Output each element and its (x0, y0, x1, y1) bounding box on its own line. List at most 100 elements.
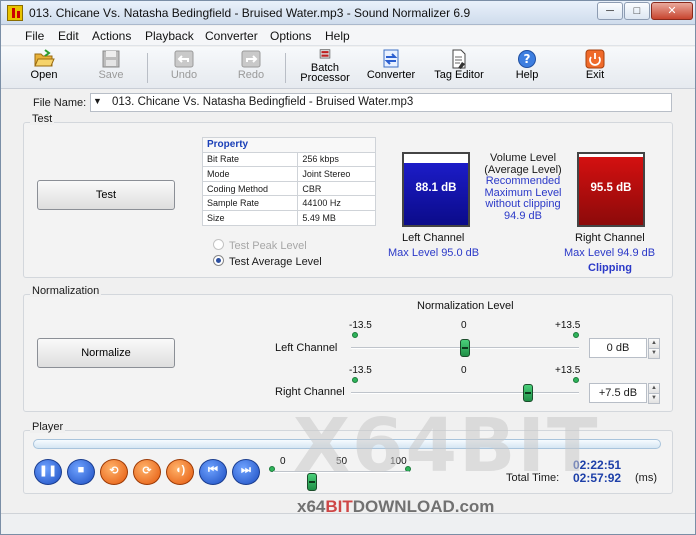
properties-table: Property Bit Rate 256 kbps Mode Joint Ster… (201, 137, 376, 226)
redo-label: Redo (237, 69, 265, 81)
left-channel-label: Left Channel (402, 232, 465, 244)
recommended-line3: without clipping (485, 198, 561, 210)
help-icon: ? (518, 50, 536, 68)
left-slider-thumb[interactable] (460, 339, 470, 357)
converter-button[interactable]: Converter (365, 49, 417, 87)
left-spin-down[interactable]: ▼ (648, 348, 660, 359)
properties-header: Property (202, 137, 376, 153)
window-title: 013. Chicane Vs. Natasha Bedingfield - B… (29, 6, 471, 20)
exit-button[interactable]: Exit (579, 49, 611, 87)
volume-scale-100: 100 (390, 456, 407, 467)
player-group-title: Player (30, 421, 66, 433)
tag-editor-button[interactable]: Tag Editor (431, 49, 487, 87)
right-spin-down[interactable]: ▼ (648, 393, 660, 404)
right-slider-track[interactable] (351, 392, 579, 394)
pause-button[interactable]: ❚❚ (34, 459, 62, 485)
clipping-status: Clipping (588, 262, 632, 274)
next-icon: ⏭ (241, 464, 251, 476)
next-button[interactable]: ⏭ (232, 459, 260, 485)
volume-scale-0: 0 (280, 456, 286, 467)
property-value: Joint Stereo (297, 166, 376, 182)
test-button[interactable]: Test (37, 180, 175, 210)
app-icon (7, 5, 23, 21)
slider-tick-dot (352, 332, 358, 338)
normalize-button[interactable]: Normalize (37, 338, 175, 368)
redo-button[interactable]: Redo (236, 49, 266, 87)
redo-icon (241, 50, 261, 68)
menu-file[interactable]: File (25, 29, 44, 43)
current-time: 02:22:51 (573, 458, 622, 472)
menu-options[interactable]: Options (270, 29, 311, 43)
help-button[interactable]: ? Help (511, 49, 543, 87)
menu-help[interactable]: Help (325, 29, 350, 43)
volume-scale-50: 50 (336, 456, 348, 467)
rewind-button[interactable]: ⟲ (100, 459, 128, 485)
table-row: Coding Method CBR (201, 180, 376, 197)
volume-level-title: Volume Level (489, 152, 557, 164)
right-slider-mid: 0 (461, 365, 467, 376)
recommended-line1: Recommended (485, 175, 561, 187)
tag-editor-label: Tag Editor (434, 69, 484, 81)
left-channel-meter: 88.1 dB (402, 152, 470, 227)
left-level-spinbox[interactable]: 0 dB (589, 338, 647, 358)
floppy-disk-icon (102, 50, 120, 68)
radio-indicator[interactable] (213, 255, 224, 266)
property-value: 256 kbps (297, 151, 376, 168)
left-channel-norm-label: Left Channel (275, 342, 338, 354)
seek-bar[interactable] (33, 439, 661, 449)
toolbar-separator (285, 53, 286, 83)
batch-processor-button[interactable]: Batch Processor (299, 49, 351, 87)
tag-editor-icon (452, 49, 466, 69)
volume-slider-thumb[interactable] (307, 473, 317, 491)
save-button[interactable]: Save (95, 49, 127, 87)
file-name-combobox[interactable]: ▼ 013. Chicane Vs. Natasha Bedingfield -… (90, 93, 672, 112)
converter-icon (383, 49, 399, 68)
previous-button[interactable]: ⏮ (199, 459, 227, 485)
total-time-unit: (ms) (635, 472, 657, 484)
right-level-spinbox[interactable]: +7.5 dB (589, 383, 647, 403)
volume-slider-track[interactable] (273, 471, 409, 473)
batch-processor-icon (319, 49, 331, 59)
close-button[interactable]: ✕ (651, 2, 693, 20)
menu-edit[interactable]: Edit (58, 29, 79, 43)
repeat-icon: ⟳ (142, 465, 152, 477)
folder-open-icon (34, 49, 55, 67)
radio-label: Test Peak Level (229, 240, 307, 252)
slider-tick-dot (352, 377, 358, 383)
radio-indicator[interactable] (213, 239, 224, 250)
volume-button[interactable]: ◖) (166, 459, 194, 485)
exit-label: Exit (585, 69, 605, 81)
stop-button[interactable]: ■ (67, 459, 95, 485)
recommended-level: 94.9 dB (504, 209, 542, 222)
save-label: Save (98, 69, 124, 81)
restore-button[interactable]: □ (624, 2, 650, 20)
left-slider-min: -13.5 (349, 320, 372, 331)
right-channel-norm-label: Right Channel (275, 386, 345, 398)
converter-label: Converter (366, 69, 416, 81)
undo-button[interactable]: Undo (167, 49, 201, 87)
right-slider-thumb[interactable] (523, 384, 534, 402)
table-row: Sample Rate 44100 Hz (201, 195, 376, 211)
open-button[interactable]: Open (27, 49, 61, 87)
stop-icon: ■ (77, 464, 85, 476)
dropdown-arrow-icon[interactable]: ▼ (93, 96, 102, 106)
left-meter-value: 88.1 dB (415, 182, 457, 194)
minimize-button[interactable]: ─ (597, 2, 623, 20)
menu-actions[interactable]: Actions (92, 29, 131, 43)
right-slider-max: +13.5 (555, 365, 581, 376)
file-name-value: 013. Chicane Vs. Natasha Bedingfield - B… (112, 96, 414, 108)
title-bar: 013. Chicane Vs. Natasha Bedingfield - B… (1, 1, 695, 25)
total-time-label: Total Time: (506, 472, 560, 484)
test-peak-level-radio[interactable]: Test Peak Level (213, 239, 307, 252)
file-name-label: File Name: (33, 97, 87, 109)
test-average-level-radio[interactable]: Test Average Level (213, 255, 322, 268)
table-row: Size 5.49 MB (201, 209, 376, 226)
svg-text:?: ? (524, 52, 531, 66)
repeat-button[interactable]: ⟳ (133, 459, 161, 485)
slider-tick-dot (573, 332, 579, 338)
menu-converter[interactable]: Converter (205, 29, 258, 43)
menu-playback[interactable]: Playback (145, 29, 194, 43)
radio-label: Test Average Level (229, 256, 322, 268)
undo-label: Undo (170, 69, 198, 81)
power-icon (585, 49, 605, 69)
